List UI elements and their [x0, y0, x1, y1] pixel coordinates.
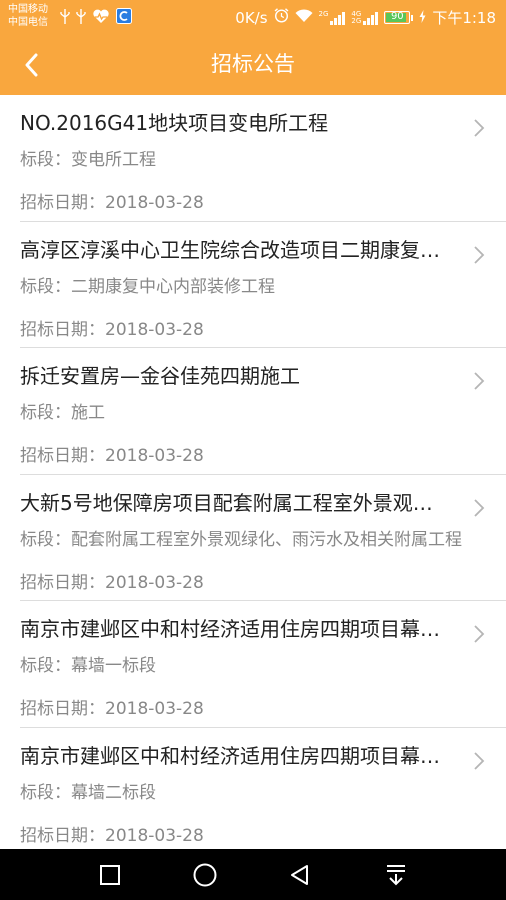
back-nav-button[interactable] [282, 857, 318, 893]
item-title: NO.2016G41地块项目变电所工程 [20, 111, 329, 135]
list-item[interactable]: 拆迁安置房—金谷佳苑四期施工 标段：施工 招标日期：2018-03-28 [20, 348, 506, 475]
app-bar: 招标公告 [0, 34, 506, 95]
signal-sim2-icon: 4G 2G [351, 9, 379, 25]
carrier-2: 中国电信 [8, 17, 48, 28]
battery-icon: 90 [384, 11, 414, 24]
network-speed: 0K/s [235, 8, 268, 27]
app-notification-icon [116, 8, 132, 28]
signal-sim1-icon: 2G [318, 9, 346, 25]
wifi-icon [295, 8, 313, 27]
item-title: 大新5号地保障房项目配套附属工程室外景观绿化 [20, 490, 450, 515]
item-title: 拆迁安置房—金谷佳苑四期施工 [20, 364, 300, 389]
list-item[interactable]: 南京市建邺区中和村经济适用住房四期项目幕墙工程 标段：幕墙一标段 招标日期：20… [20, 601, 506, 728]
item-title: 南京市建邺区中和村经济适用住房四期项目幕墙工程 [20, 617, 450, 642]
list-item[interactable]: NO.2016G41地块项目变电所工程 标段：变电所工程 招标日期：2018-0… [20, 95, 506, 222]
usb-icon [60, 8, 70, 28]
tender-list[interactable]: NO.2016G41地块项目变电所工程 标段：变电所工程 招标日期：2018-0… [0, 95, 506, 849]
item-section: 标段：配套附属工程室外景观绿化、雨污水及相关附属工程 [20, 529, 462, 550]
chevron-right-icon [474, 119, 485, 137]
home-icon [193, 863, 217, 887]
carrier-1: 中国移动 [8, 4, 48, 15]
chevron-right-icon [474, 372, 485, 390]
alarm-icon [274, 8, 289, 27]
item-title: 南京市建邺区中和村经济适用住房四期项目幕墙工程 [20, 743, 450, 768]
notification-icons [60, 8, 132, 28]
battery-level: 90 [390, 11, 404, 22]
carrier-names: 中国移动 中国电信 [8, 3, 48, 29]
list-item[interactable]: 南京市建邺区中和村经济适用住房四期项目幕墙工程 标段：幕墙二标段 招标日期：20… [20, 728, 506, 849]
chevron-right-icon [474, 625, 485, 644]
item-date: 招标日期：2018-03-28 [20, 193, 204, 213]
item-title: 高淳区淳溪中心卫生院综合改造项目二期康复中心内部装修工程 [20, 237, 450, 262]
system-nav-bar [0, 849, 506, 900]
item-date: 招标日期：2018-03-28 [20, 825, 204, 846]
item-date: 招标日期：2018-03-28 [20, 446, 204, 467]
item-date: 招标日期：2018-03-28 [20, 699, 204, 720]
notification-pull-icon [387, 865, 405, 886]
chevron-right-icon [474, 245, 485, 264]
item-section: 标段：幕墙二标段 [20, 782, 156, 803]
notification-pull-button[interactable] [378, 857, 414, 893]
list-item[interactable]: 大新5号地保障房项目配套附属工程室外景观绿化 标段：配套附属工程室外景观绿化、雨… [20, 475, 506, 602]
item-section: 标段：施工 [20, 403, 105, 424]
clock: 下午1:18 [432, 9, 496, 27]
charging-icon [419, 9, 426, 27]
usb-debug-icon [76, 8, 86, 28]
chevron-right-icon [474, 752, 485, 770]
recents-icon [100, 865, 120, 885]
list-item[interactable]: 高淳区淳溪中心卫生院综合改造项目二期康复中心内部装修工程 标段：二期康复中心内部… [20, 222, 506, 349]
item-date: 招标日期：2018-03-28 [20, 572, 204, 593]
network-type-1: 2G [318, 9, 329, 18]
status-right: 0K/s 2G 4G 2G 90 下午1:18 [235, 7, 496, 28]
status-bar: 中国移动 中国电信 0K/s 2G 4G 2G 90 下午1:18 [0, 0, 506, 34]
item-date: 招标日期：2018-03-28 [20, 319, 204, 340]
page-title: 招标公告 [211, 52, 295, 76]
screen: 中国移动 中国电信 0K/s 2G 4G 2G 90 下午1:18 招标公告 N… [0, 0, 506, 900]
recents-button[interactable] [92, 857, 128, 893]
item-section: 标段：二期康复中心内部装修工程 [20, 276, 275, 297]
item-section: 标段：变电所工程 [20, 150, 156, 170]
back-icon [291, 865, 308, 885]
health-heart-icon [92, 9, 110, 28]
home-button[interactable] [187, 857, 223, 893]
item-section: 标段：幕墙一标段 [20, 656, 156, 677]
network-type-2: 4G 2G [351, 9, 362, 25]
chevron-right-icon [474, 499, 485, 517]
